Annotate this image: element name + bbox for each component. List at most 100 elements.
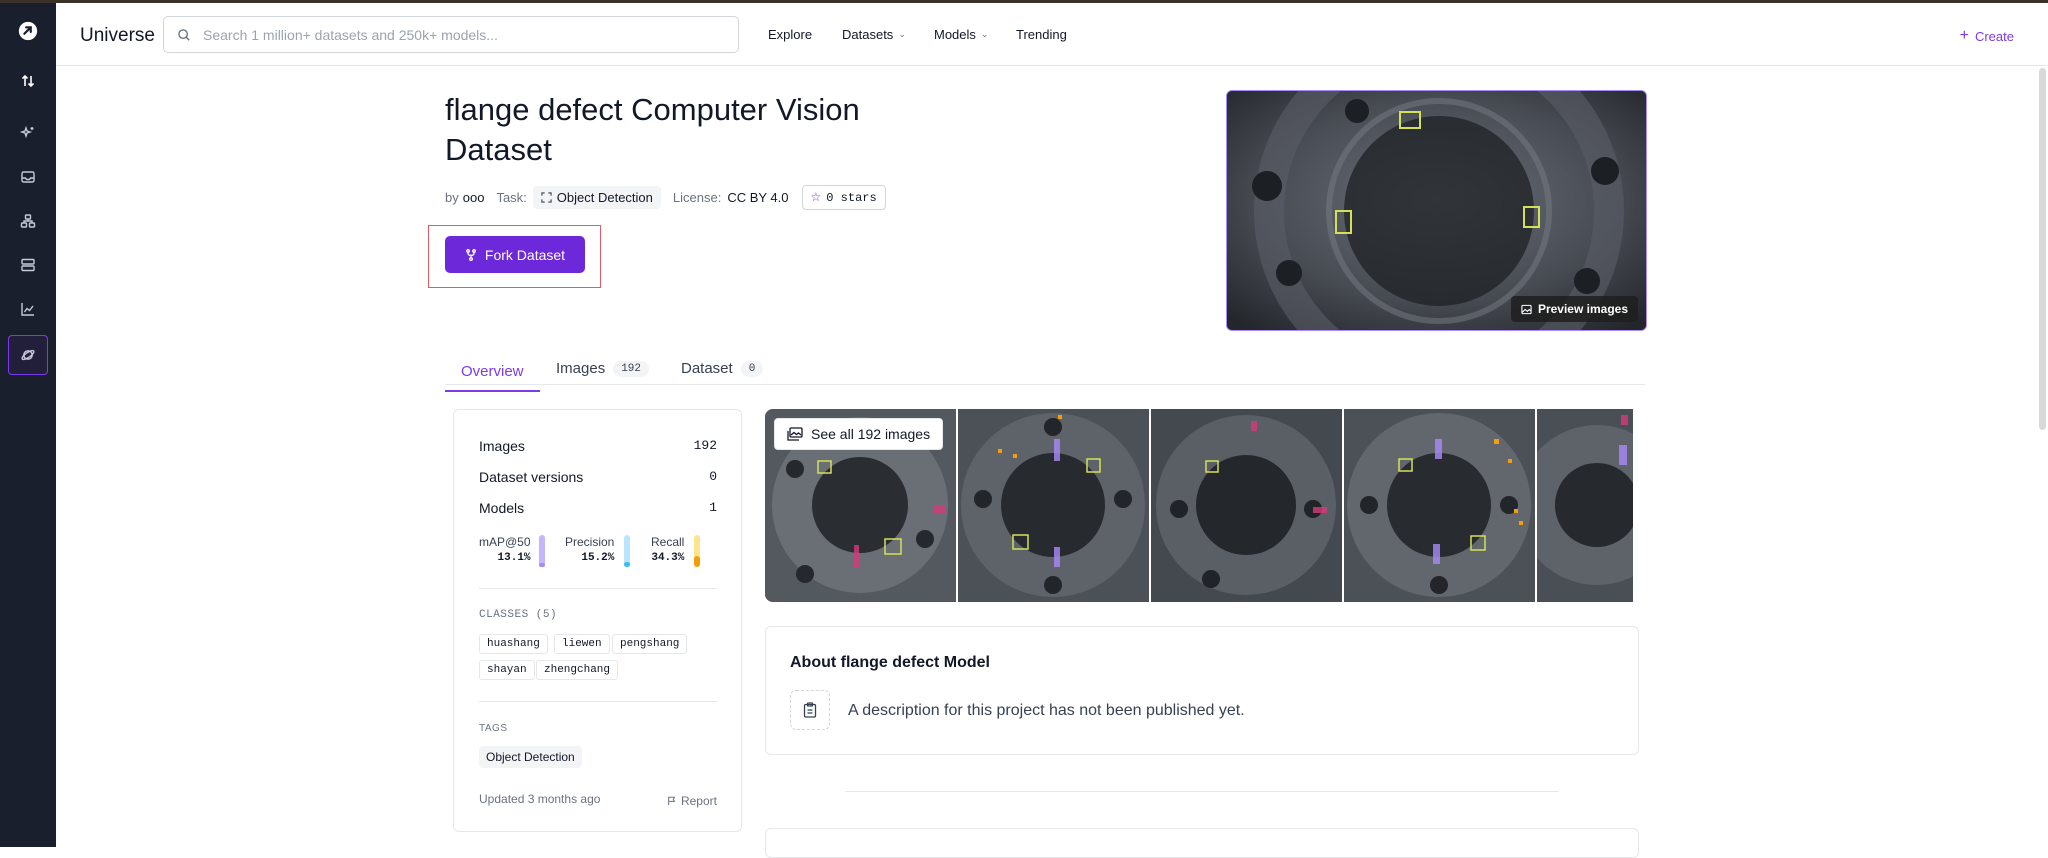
metric-recall-bar <box>694 535 700 567</box>
left-rail <box>0 3 56 847</box>
gallery-thumb[interactable] <box>1537 409 1633 602</box>
flange-thumbnail <box>958 409 1149 602</box>
stat-label: Dataset versions <box>479 469 584 485</box>
inbox-icon[interactable] <box>8 157 48 197</box>
class-chip[interactable]: huashang <box>479 634 548 654</box>
updated-text: Updated 3 months ago <box>479 792 601 806</box>
tab-images-count: 192 <box>613 360 650 377</box>
class-chip[interactable]: shayan <box>479 660 535 680</box>
nav-models[interactable]: Models ⌄ <box>934 27 988 42</box>
tab-bar: Overview Images 192 Dataset 0 <box>445 345 1645 392</box>
tab-dataset[interactable]: Dataset 0 <box>681 352 764 385</box>
bounding-box-icon <box>541 192 552 203</box>
flange-thumbnail <box>1537 409 1633 602</box>
metric-bar-fill <box>539 562 545 567</box>
fork-icon <box>465 248 476 261</box>
license-label: License: <box>672 190 722 205</box>
images-icon <box>787 427 803 441</box>
divider <box>845 791 1559 792</box>
metric-label: Precision <box>565 535 615 549</box>
preview-label: Preview images <box>1537 302 1628 316</box>
metric-bar-fill <box>624 562 630 567</box>
divider <box>479 588 717 589</box>
logo-icon[interactable] <box>8 11 48 51</box>
classes-heading: CLASSES (5) <box>479 609 558 621</box>
nav-trending[interactable]: Trending <box>1016 27 1067 42</box>
fork-label: Fork Dataset <box>484 246 566 263</box>
nav-explore[interactable]: Explore <box>768 27 812 42</box>
tab-dataset-count: 0 <box>740 360 764 377</box>
tags-heading: TAGS <box>479 723 508 734</box>
search-input[interactable] <box>203 26 723 43</box>
metric-value: 34.3% <box>651 552 685 564</box>
metric-value: 15.2% <box>581 552 615 564</box>
gallery-thumb[interactable] <box>1344 409 1535 602</box>
tab-images[interactable]: Images 192 <box>556 352 650 385</box>
license-value: CC BY 4.0 <box>727 190 789 205</box>
preview-image[interactable]: Preview images <box>1226 90 1647 331</box>
nav-datasets[interactable]: Datasets ⌄ <box>842 27 906 42</box>
stat-value: 192 <box>693 438 717 453</box>
page-scrollbar[interactable] <box>2039 68 2046 430</box>
by-label: by <box>445 190 459 205</box>
stat-images: Images 192 <box>479 438 717 454</box>
analytics-icon[interactable] <box>8 289 48 329</box>
author-link[interactable]: ooo <box>463 190 485 205</box>
next-section-card <box>765 828 1639 858</box>
workflow-icon[interactable] <box>8 201 48 241</box>
tab-images-label: Images <box>556 360 606 377</box>
metric-label: Recall <box>651 535 685 549</box>
stat-label: Images <box>479 438 525 454</box>
search-icon <box>178 28 190 41</box>
star-count: 0 stars <box>826 190 877 205</box>
flange-image <box>1227 91 1646 330</box>
gallery-thumb[interactable] <box>1151 409 1342 602</box>
chevron-down-icon: ⌄ <box>980 29 989 39</box>
stat-dataset-versions: Dataset versions 0 <box>479 469 717 485</box>
metric-bar-fill <box>694 556 700 567</box>
tab-overview[interactable]: Overview <box>445 352 540 392</box>
metric-map: mAP@50 13.1% <box>479 535 531 564</box>
image-icon <box>1521 304 1532 314</box>
gallery-thumb[interactable] <box>958 409 1149 602</box>
about-card: About flange defect Model A description … <box>765 626 1639 755</box>
task-chip[interactable]: Object Detection <box>532 186 661 209</box>
fork-dataset-button[interactable]: Fork Dataset <box>445 236 585 273</box>
clipboard-icon <box>790 690 830 730</box>
metric-map-bar <box>539 535 545 567</box>
see-all-images-button[interactable]: See all 192 images <box>774 418 944 450</box>
tag-chip[interactable]: Object Detection <box>479 746 582 768</box>
metric-precision-bar <box>624 535 630 567</box>
stat-label: Models <box>479 500 525 516</box>
top-header: Universe Explore Datasets ⌄ Models ⌄ Trend… <box>56 3 2048 66</box>
task-value: Object Detection <box>556 190 653 205</box>
class-chip[interactable]: zhengchang <box>536 660 619 680</box>
stat-value: 0 <box>709 469 717 484</box>
metric-recall: Recall 34.3% <box>651 535 684 564</box>
flag-icon <box>668 796 676 806</box>
report-label: Report <box>680 794 717 808</box>
create-button[interactable]: + Create <box>1960 27 2014 45</box>
class-chip[interactable]: liewen <box>554 634 610 654</box>
report-link[interactable]: Report <box>667 794 717 808</box>
task-label: Task: <box>496 190 527 205</box>
sparkle-icon[interactable] <box>8 113 48 153</box>
nav-models-label: Models <box>934 27 976 42</box>
server-icon[interactable] <box>8 245 48 285</box>
tab-overview-label: Overview <box>461 362 524 380</box>
tab-dataset-label: Dataset <box>681 360 733 377</box>
star-button[interactable]: ☆ 0 stars <box>801 185 886 210</box>
brand-name[interactable]: Universe <box>80 25 155 47</box>
chevron-down-icon: ⌄ <box>898 29 906 39</box>
nav-trending-label: Trending <box>1016 27 1067 42</box>
universe-icon[interactable] <box>8 335 48 375</box>
create-label: Create <box>1974 28 2014 44</box>
search-box[interactable] <box>163 16 739 53</box>
dataset-meta: by ooo Task: Object Detection License: C… <box>445 185 886 210</box>
metric-value: 13.1% <box>497 552 531 564</box>
stat-models: Models 1 <box>479 500 717 516</box>
preview-images-button[interactable]: Preview images <box>1510 296 1638 322</box>
transfer-icon[interactable] <box>8 61 48 101</box>
divider <box>479 701 717 702</box>
class-chip[interactable]: pengshang <box>612 634 688 654</box>
